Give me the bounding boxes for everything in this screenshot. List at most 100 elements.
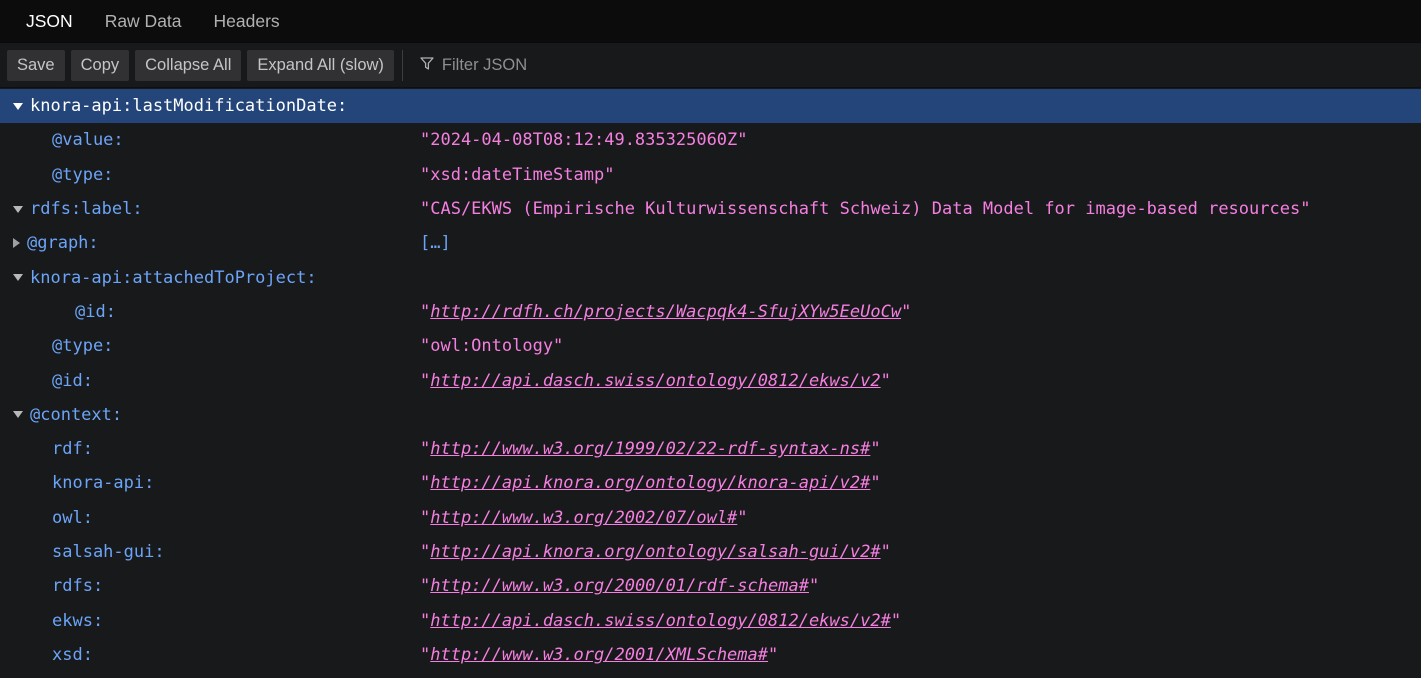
tab-headers[interactable]: Headers	[198, 0, 296, 43]
json-key: rdfs:	[52, 576, 104, 597]
json-value-link[interactable]: http://www.w3.org/2000/01/rdf-schema#	[430, 576, 809, 596]
json-key: @context:	[30, 404, 123, 425]
json-row-label-cell: @id:	[0, 371, 420, 391]
json-key: rdfs:label:	[30, 199, 143, 220]
json-row-label-cell: rdf:	[0, 439, 420, 459]
json-row-label-cell: rdfs:	[0, 576, 420, 596]
string-quote: "	[768, 644, 779, 665]
json-value-link[interactable]: http://www.w3.org/1999/02/22-rdf-syntax-…	[430, 439, 870, 459]
json-string-value: "xsd:dateTimeStamp"	[420, 164, 615, 185]
json-row[interactable]: knora-api:lastModificationDate:	[0, 89, 1421, 124]
json-row-label-cell: xsd:	[0, 645, 420, 665]
json-row-label-cell: ekws:	[0, 611, 420, 631]
json-row[interactable]: rdf: " http://www.w3.org/1999/02/22-rdf-sy…	[0, 432, 1421, 466]
json-key: @id:	[52, 370, 93, 391]
json-key: @id:	[75, 301, 116, 322]
json-row[interactable]: knora-api:attachedToProject:	[0, 260, 1421, 294]
json-row-value-cell: " http://www.w3.org/1999/02/22-rdf-syntax…	[420, 439, 1421, 459]
json-value-link[interactable]: http://api.knora.org/ontology/salsah-gui…	[430, 542, 880, 562]
json-row[interactable]: ekws: " http://api.dasch.swiss/ontology/08…	[0, 603, 1421, 637]
json-row-value-cell: " http://rdfh.ch/projects/Wacpqk4-SfujXYw…	[420, 302, 1421, 322]
json-toolbar: Save Copy Collapse All Expand All (slow)	[0, 43, 1421, 88]
json-row[interactable]: @context:	[0, 398, 1421, 432]
json-viewer-panel[interactable]: knora-api:lastModificationDate: @value: "2…	[0, 88, 1421, 678]
chevron-down-icon[interactable]	[13, 102, 23, 110]
json-collapsed-value[interactable]: […]	[420, 233, 451, 253]
json-row-value-cell: " http://www.w3.org/2001/XMLSchema# "	[420, 645, 1421, 665]
json-value-link[interactable]: http://www.w3.org/2001/XMLSchema#	[430, 645, 768, 665]
json-key: knora-api:attachedToProject:	[30, 267, 317, 288]
json-value-link[interactable]: http://rdfh.ch/projects/Wacpqk4-SfujXYw5…	[430, 302, 901, 322]
chevron-down-icon[interactable]	[13, 274, 23, 282]
filter-json-input[interactable]	[441, 50, 1421, 80]
string-quote: "	[420, 644, 431, 665]
json-row[interactable]: rdfs: " http://www.w3.org/2000/01/rdf-sche…	[0, 569, 1421, 603]
json-row[interactable]: @graph: […]	[0, 226, 1421, 260]
json-row[interactable]: @type: "owl:Ontology"	[0, 329, 1421, 363]
json-key: knora-api:lastModificationDate:	[30, 96, 348, 117]
string-quote: "	[420, 439, 431, 460]
string-quote: "	[420, 576, 431, 597]
json-row-label-cell: @id:	[0, 302, 420, 322]
toolbar-divider	[401, 49, 403, 81]
json-row[interactable]: @id: " http://api.dasch.swiss/ontology/081…	[0, 363, 1421, 397]
json-key: salsah-gui:	[52, 542, 165, 562]
string-quote: "	[880, 370, 891, 391]
json-row-value-cell: " http://www.w3.org/2000/01/rdf-schema# "	[420, 576, 1421, 596]
collapse-all-button[interactable]: Collapse All	[135, 49, 242, 81]
json-row[interactable]: xsd: " http://www.w3.org/2001/XMLSchema# "	[0, 638, 1421, 672]
json-value-link[interactable]: http://api.dasch.swiss/ontology/0812/ekw…	[430, 371, 880, 391]
json-key: @graph:	[27, 233, 99, 254]
string-quote: "	[808, 576, 820, 597]
json-row-label-cell: salsah-gui:	[0, 542, 420, 562]
string-quote: "	[420, 301, 431, 322]
json-row[interactable]: @value: "2024-04-08T08:12:49.835325060Z"	[0, 123, 1421, 157]
save-button[interactable]: Save	[7, 49, 65, 81]
json-row-label-cell: knora-api:	[0, 473, 420, 493]
string-quote: "	[737, 507, 748, 528]
string-quote: "	[420, 473, 431, 494]
json-value-link[interactable]: http://api.dasch.swiss/ontology/0812/ekw…	[430, 611, 891, 631]
json-key: @value:	[52, 130, 124, 151]
json-row-label-cell: @type:	[0, 165, 420, 185]
json-row-value-cell: " http://www.w3.org/2002/07/owl# "	[420, 508, 1421, 528]
tab-json[interactable]: JSON	[10, 0, 89, 43]
json-key: @type:	[52, 336, 114, 357]
json-row-label-cell: @value:	[0, 130, 420, 150]
json-row-label-cell: owl:	[0, 508, 420, 528]
json-row-value-cell: "2024-04-08T08:12:49.835325060Z"	[420, 130, 1421, 150]
json-row[interactable]: @id: " http://rdfh.ch/projects/Wacpqk4-Sfu…	[0, 295, 1421, 329]
json-value-link[interactable]: http://www.w3.org/2002/07/owl#	[430, 508, 737, 528]
json-row-value-cell: " http://api.dasch.swiss/ontology/0812/ek…	[420, 371, 1421, 391]
chevron-right-icon[interactable]	[13, 238, 20, 249]
json-row[interactable]: @type: "xsd:dateTimeStamp"	[0, 158, 1421, 192]
json-row-value-cell: "xsd:dateTimeStamp"	[420, 165, 1421, 185]
json-value-link[interactable]: http://api.knora.org/ontology/knora-api/…	[430, 473, 870, 493]
json-key: rdf:	[52, 439, 93, 460]
json-row[interactable]: salsah-gui: " http://api.knora.org/ontolog…	[0, 535, 1421, 569]
json-row-label-cell: @type:	[0, 336, 420, 356]
filter-json-container[interactable]	[410, 49, 1421, 81]
chevron-down-icon[interactable]	[13, 411, 23, 419]
json-key: ekws:	[52, 610, 104, 631]
json-row[interactable]: knora-api: " http://api.knora.org/ontology…	[0, 466, 1421, 500]
json-row-label-cell: knora-api:attachedToProject:	[0, 268, 420, 288]
json-key: knora-api:	[52, 473, 155, 494]
chevron-down-icon[interactable]	[13, 205, 23, 213]
copy-button[interactable]: Copy	[70, 49, 130, 81]
expand-all-button[interactable]: Expand All (slow)	[247, 49, 394, 81]
string-quote: "	[420, 610, 431, 631]
json-row[interactable]: owl: " http://www.w3.org/2002/07/owl# "	[0, 501, 1421, 535]
json-row[interactable]: rdfs:label: "CAS/EKWS (Empirische Kulturw…	[0, 192, 1421, 226]
tab-raw-data[interactable]: Raw Data	[89, 0, 198, 43]
